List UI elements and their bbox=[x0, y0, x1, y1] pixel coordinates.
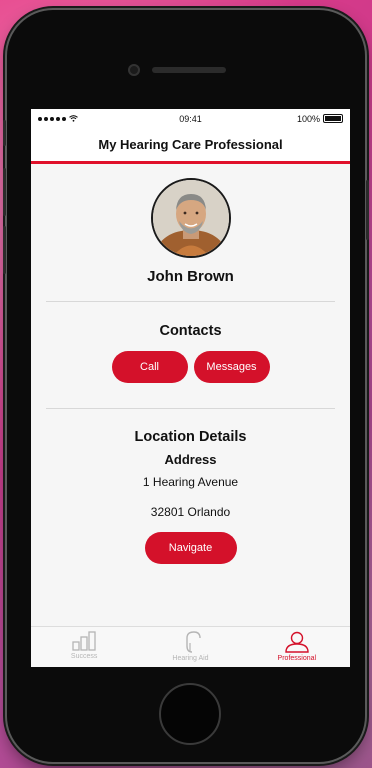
contact-buttons: Call Messages bbox=[31, 351, 350, 383]
power-button bbox=[366, 180, 369, 240]
status-bar: 09:41 100% bbox=[31, 109, 350, 128]
battery-icon bbox=[323, 114, 343, 123]
app-screen: 09:41 100% My Hearing Care Professional bbox=[31, 109, 350, 667]
professional-name: John Brown bbox=[147, 268, 234, 285]
battery-percent: 100% bbox=[296, 113, 320, 124]
tab-bar: Success Hearing Aid Professional bbox=[31, 626, 350, 667]
bar-chart-icon bbox=[72, 631, 96, 651]
status-time: 09:41 bbox=[179, 113, 202, 124]
tab-professional[interactable]: Professional bbox=[244, 627, 350, 667]
page-title: My Hearing Care Professional bbox=[98, 137, 283, 152]
tab-success[interactable]: Success bbox=[31, 627, 137, 667]
person-icon bbox=[285, 631, 309, 653]
contacts-heading: Contacts bbox=[159, 323, 222, 339]
volume-down-button bbox=[3, 226, 6, 274]
navigate-button[interactable]: Navigate bbox=[144, 532, 237, 564]
navigate-row: Navigate bbox=[31, 532, 350, 564]
tab-professional-label: Professional bbox=[277, 655, 317, 662]
earpiece-speaker bbox=[152, 67, 226, 73]
divider-1 bbox=[46, 301, 335, 302]
address-heading: Address bbox=[164, 452, 217, 467]
profile-content: John Brown Contacts Call Messages Locati… bbox=[31, 164, 350, 623]
tab-hearing-aid[interactable]: Hearing Aid bbox=[137, 627, 243, 667]
home-button[interactable] bbox=[159, 683, 221, 745]
location-heading: Location Details bbox=[134, 429, 247, 445]
address-street: 1 Hearing Avenue bbox=[142, 475, 239, 489]
tab-success-label: Success bbox=[70, 653, 98, 660]
call-button[interactable]: Call bbox=[111, 351, 188, 383]
volume-up-button bbox=[3, 168, 6, 216]
tab-hearing-aid-label: Hearing Aid bbox=[172, 655, 209, 662]
avatar bbox=[150, 178, 231, 258]
divider-2 bbox=[46, 408, 335, 409]
wifi-icon bbox=[69, 115, 78, 122]
front-camera bbox=[128, 64, 140, 76]
battery-area: 100% bbox=[283, 114, 343, 124]
address-city: 32801 Orlando bbox=[150, 505, 231, 519]
nav-bar: My Hearing Care Professional bbox=[31, 128, 350, 161]
avatar-photo bbox=[152, 180, 229, 256]
mute-switch bbox=[3, 120, 6, 146]
hearing-aid-icon bbox=[186, 631, 202, 653]
signal-dots-icon bbox=[38, 116, 66, 121]
messages-button[interactable]: Messages bbox=[193, 351, 270, 383]
signal-area bbox=[38, 115, 98, 122]
